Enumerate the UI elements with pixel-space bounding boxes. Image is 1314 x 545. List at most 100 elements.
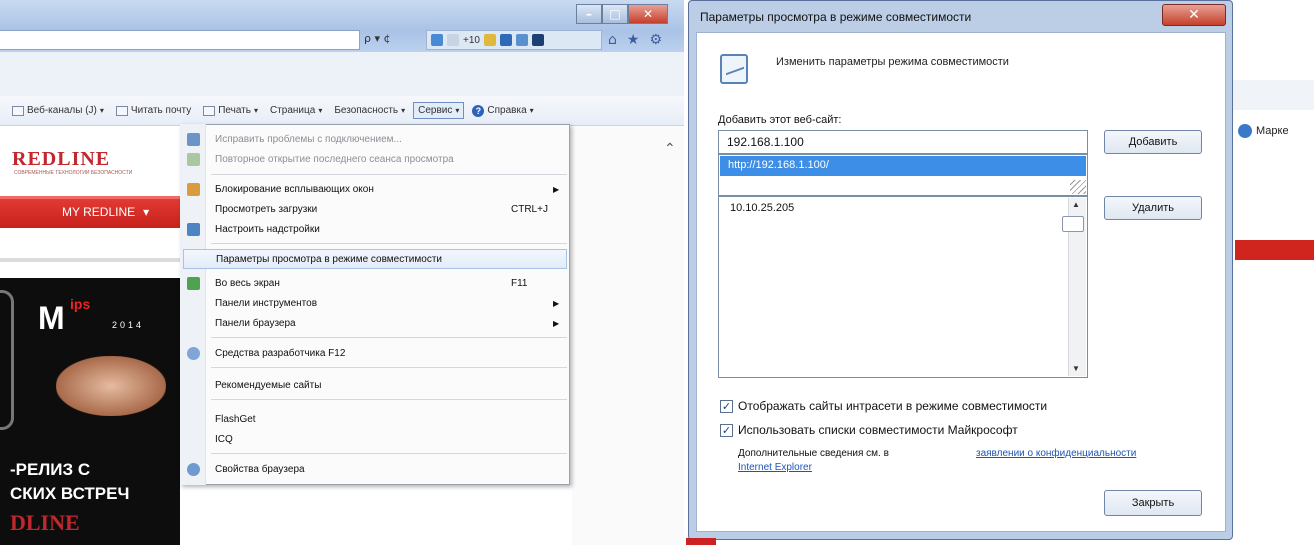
page-right-area [572, 126, 684, 545]
chevron-down-icon: ▾ [99, 106, 104, 115]
menu-item-popup-blocker[interactable]: Блокирование всплывающих окон ▶ [181, 179, 569, 199]
ie-tabbar-area [0, 52, 684, 96]
read-mail-button[interactable]: Читать почту [112, 103, 195, 118]
reopen-icon [187, 152, 200, 166]
sites-list[interactable] [718, 196, 1088, 378]
chevron-down-icon: ▾ [143, 205, 150, 219]
menu-separator [211, 453, 567, 454]
background-toolbar [1230, 80, 1314, 110]
autocomplete-item[interactable]: http://192.168.1.100/ [720, 156, 1086, 176]
dialog-title: Параметры просмотра в режиме совместимос… [700, 10, 972, 24]
help-icon: ? [472, 104, 485, 117]
resize-grip-icon[interactable] [1070, 180, 1086, 194]
menu-item-compat-view-settings[interactable]: Параметры просмотра в режиме совместимос… [183, 249, 567, 269]
menu-item-reopen-session[interactable]: Повторное открытие последнего сеанса про… [181, 149, 569, 169]
dev-tools-icon [187, 346, 200, 360]
banner-year: 2014 [112, 320, 145, 330]
chevron-down-icon: ▾ [318, 106, 323, 115]
menu-item-fullscreen[interactable]: Во весь экран F11 [181, 273, 569, 293]
redline-logo[interactable]: REDLINE [12, 148, 110, 171]
banner-frame [0, 290, 14, 430]
privacy-statement-link-2[interactable]: Internet Explorer [738, 462, 812, 473]
feeds-button[interactable]: Веб-каналы (J) ▾ [8, 103, 108, 118]
dialog-close-button[interactable]: ✕ [1162, 4, 1226, 26]
scroll-up-icon[interactable]: ▲ [1072, 200, 1080, 209]
intranet-compat-checkbox[interactable]: ✓ [720, 400, 733, 413]
menu-item-internet-options[interactable]: Свойства браузера [181, 459, 569, 479]
my-redline-nav[interactable]: MY REDLINE ▾ [62, 205, 149, 219]
help-button[interactable]: ? Справка ▾ [468, 103, 537, 119]
intranet-compat-label: Отображать сайты интрасети в режиме совм… [738, 399, 1048, 413]
ms-compat-lists-label: Использовать списки совместимости Майкро… [738, 423, 1018, 437]
maximize-button[interactable]: □ [602, 4, 628, 24]
menu-item-suggested-sites[interactable]: Рекомендуемые сайты [181, 375, 569, 395]
address-controls[interactable]: ρ ▾ ¢ [364, 32, 391, 45]
banner-brand: M [38, 300, 65, 336]
tools-button[interactable]: Сервис ▾ [413, 102, 465, 119]
banner-text-3: DLINE [10, 510, 80, 535]
banner-brand-sup: ips [70, 296, 91, 312]
tab-icon [431, 34, 443, 46]
ie-right-icons: ⌂ ★ ⚙ [608, 32, 662, 48]
dialog-heading: Изменить параметры режима совместимости [776, 56, 1009, 68]
ie-window-controls: – □ ✕ [576, 4, 668, 24]
menu-separator [211, 367, 567, 368]
menu-item-explorer-bars[interactable]: Панели браузера ▶ [181, 313, 569, 333]
menu-item-addons[interactable]: Настроить надстройки [181, 219, 569, 239]
safety-button[interactable]: Безопасность ▾ [330, 103, 409, 118]
scrollbar-thumb[interactable] [1062, 216, 1084, 232]
browser-tab-strip[interactable]: +10 [426, 30, 602, 50]
mail-icon [115, 105, 128, 116]
menu-item-flashget[interactable]: FlashGet [181, 409, 569, 429]
chevron-up-icon[interactable]: ⌃ [664, 140, 676, 157]
privacy-statement-link[interactable]: заявлении о конфиденциальности [976, 448, 1136, 459]
menu-separator [211, 337, 567, 338]
gear-icon[interactable]: ⚙ [649, 32, 662, 48]
scroll-down-icon[interactable]: ▼ [1072, 364, 1080, 373]
background-red-corner [686, 538, 716, 545]
compat-view-icon [720, 54, 748, 84]
internet-options-icon [187, 462, 200, 476]
menu-item-fix-connection[interactable]: Исправить проблемы с подключением... [181, 129, 569, 149]
fullscreen-icon [187, 276, 200, 290]
minimize-button[interactable]: – [576, 4, 602, 24]
close-dialog-button[interactable]: Закрыть [1104, 490, 1202, 516]
delete-button[interactable]: Удалить [1104, 196, 1202, 220]
ms-compat-lists-checkbox[interactable]: ✓ [720, 424, 733, 437]
background-favorites: Марке [1238, 124, 1289, 138]
menu-item-toolbars[interactable]: Панели инструментов ▶ [181, 293, 569, 313]
feeds-icon [12, 105, 24, 116]
address-bar[interactable] [0, 30, 360, 50]
page-icon [499, 34, 512, 46]
popup-blocker-icon [187, 182, 200, 196]
close-button[interactable]: ✕ [628, 4, 668, 24]
banner-text-1: -РЕЛИЗ С [10, 460, 91, 479]
print-button[interactable]: Печать ▾ [199, 103, 262, 118]
add-site-input[interactable]: 192.168.1.100 [718, 130, 1088, 154]
tools-menu-items: Исправить проблемы с подключением... Пов… [181, 125, 569, 484]
list-item[interactable]: 10.10.25.205 [730, 202, 794, 214]
play-icon [531, 34, 544, 46]
network-icon [187, 132, 200, 146]
chevron-down-icon: ▾ [455, 106, 460, 115]
banner-text-2: СКИХ ВСТРЕЧ [10, 484, 130, 503]
add-site-label: Добавить этот веб-сайт: [718, 114, 842, 126]
add-button[interactable]: Добавить [1104, 130, 1202, 154]
star-icon[interactable]: ★ [627, 32, 640, 48]
menu-item-downloads[interactable]: Просмотреть загрузки CTRL+J [181, 199, 569, 219]
chevron-down-icon: ▾ [529, 106, 534, 115]
menu-item-dev-tools[interactable]: Средства разработчика F12 [181, 343, 569, 363]
submenu-arrow-icon: ▶ [553, 184, 560, 194]
menu-separator [211, 174, 567, 175]
menu-item-icq[interactable]: ICQ [181, 429, 569, 449]
page-icon-2 [515, 34, 528, 46]
chevron-down-icon: ▾ [401, 106, 406, 115]
menu-separator [211, 399, 567, 400]
home-icon[interactable]: ⌂ [608, 32, 617, 48]
favorites-icon [483, 34, 496, 46]
divider [0, 258, 180, 262]
page-button[interactable]: Страница ▾ [266, 103, 326, 118]
tab-count: +10 [463, 34, 480, 46]
more-info-text: Дополнительные сведения см. в [738, 448, 889, 459]
menu-separator [211, 243, 567, 244]
